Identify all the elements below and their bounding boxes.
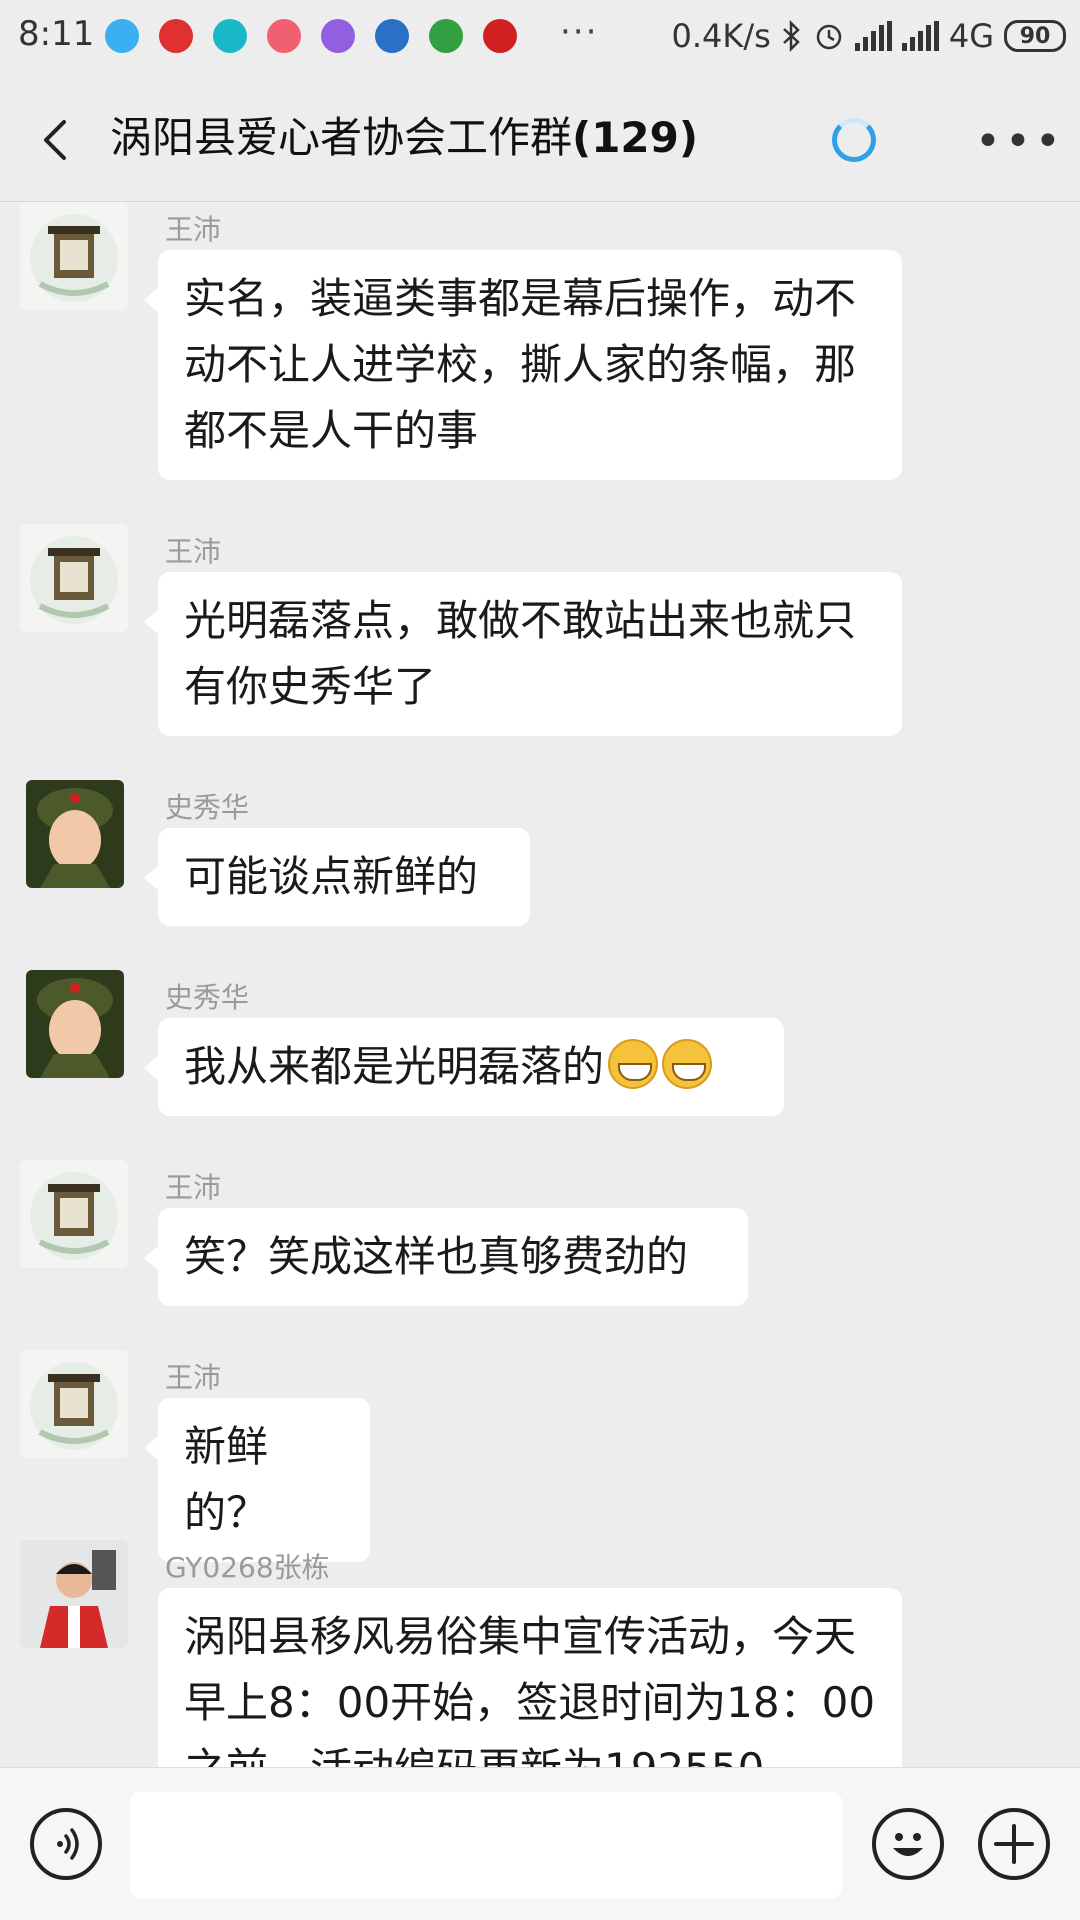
grinning-face-icon: [608, 1039, 659, 1089]
message-list[interactable]: 王沛 实名，装逼类事都是幕后操作，动不动不让人进学校，撕人家的条幅，那都不是人干…: [0, 202, 1080, 1767]
app-notification-icon: [159, 19, 193, 53]
sender-name: 史秀华: [165, 791, 250, 824]
battery-level: 90: [1019, 23, 1051, 49]
status-bar: 8:11 ··· 0.4K/s 4G 90: [0, 0, 1080, 78]
message-bubble[interactable]: 实名，装逼类事都是幕后操作，动不动不让人进学校，撕人家的条幅，那都不是人干的事: [144, 250, 902, 480]
net-speed: 0.4K/s: [671, 17, 771, 55]
alarm-icon: [816, 24, 842, 50]
app-notification-icon: [375, 19, 409, 53]
app-notification-icon: [483, 19, 517, 53]
status-right: 0.4K/s 4G 90: [672, 14, 1066, 58]
plus-icon[interactable]: [978, 1808, 1050, 1880]
battery-icon: 90: [1004, 20, 1066, 52]
avatar-shixiuhua[interactable]: [26, 970, 124, 1078]
message-bubble[interactable]: 新鲜的？: [144, 1398, 370, 1562]
avatar-wangpei[interactable]: [20, 202, 128, 310]
avatar-wangpei[interactable]: [20, 524, 128, 632]
loading-spinner-icon: [832, 118, 876, 162]
qq-notification-icon: [105, 19, 139, 53]
bluetooth-icon: [782, 20, 800, 52]
back-icon[interactable]: [30, 112, 86, 168]
sender-name: 王沛: [165, 1361, 222, 1394]
avatar-wangpei[interactable]: [20, 1350, 128, 1458]
app-notification-icon: [429, 19, 463, 53]
page-title: 涡阳县爱心者协会工作群(129): [110, 108, 698, 168]
avatar-wangpei[interactable]: [20, 1160, 128, 1268]
sender-name: GY0268张栋: [165, 1551, 330, 1584]
chat-header: 涡阳县爱心者协会工作群(129) •••: [0, 78, 1080, 202]
voice-icon[interactable]: [30, 1808, 102, 1880]
sender-name: 王沛: [165, 1171, 222, 1204]
avatar-zhangdong[interactable]: [20, 1540, 128, 1648]
signal-icon: [854, 21, 892, 51]
video-notification-icon: [321, 19, 355, 53]
status-time: 8:11: [18, 14, 95, 54]
group-name: 涡阳县爱心者协会工作群: [110, 113, 573, 162]
notification-icons: [105, 14, 517, 58]
more-notifications-icon: ···: [560, 12, 599, 52]
message-bubble[interactable]: 可能谈点新鲜的: [144, 828, 530, 926]
avatar-shixiuhua[interactable]: [26, 780, 124, 888]
sender-name: 王沛: [165, 213, 222, 246]
app-notification-icon: [267, 19, 301, 53]
message-text: 我从来都是光明磊落的: [184, 1042, 605, 1091]
message-bubble[interactable]: 光明磊落点，敢做不敢站出来也就只有你史秀华了: [144, 572, 902, 736]
browser-notification-icon: [213, 19, 247, 53]
message-bubble[interactable]: 我从来都是光明磊落的: [144, 1018, 784, 1116]
input-bar: [0, 1767, 1080, 1920]
member-count: (129): [572, 113, 699, 162]
network-type: 4G: [948, 17, 994, 55]
grinning-face-icon: [662, 1039, 713, 1089]
sender-name: 王沛: [165, 535, 222, 568]
signal-icon: [901, 21, 939, 51]
message-bubble[interactable]: 涡阳县移风易俗集中宣传活动，今天早上8：00开始，签退时间为18：00之前，活动…: [158, 1588, 902, 1767]
emoji-icon[interactable]: [872, 1808, 944, 1880]
sender-name: 史秀华: [165, 981, 250, 1014]
more-options-icon[interactable]: •••: [975, 116, 1065, 167]
message-bubble[interactable]: 笑？笑成这样也真够费劲的: [144, 1208, 748, 1306]
message-input[interactable]: [130, 1792, 842, 1898]
